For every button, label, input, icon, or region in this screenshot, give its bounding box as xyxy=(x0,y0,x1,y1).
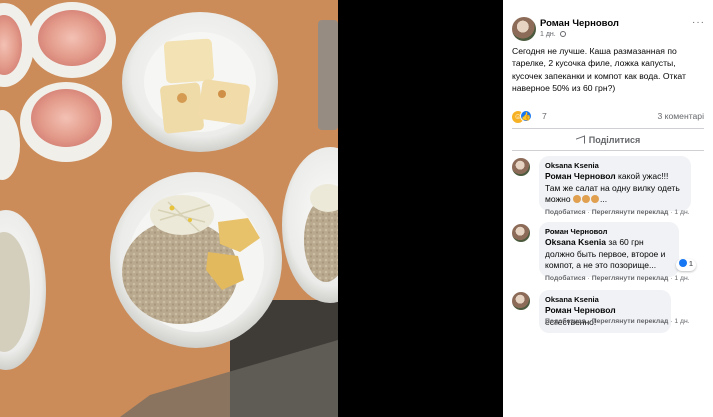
commenter-avatar[interactable] xyxy=(512,292,530,310)
reactions-bar: ☺👍 7 3 коментарі xyxy=(512,110,704,124)
reaction-count[interactable]: 7 xyxy=(542,111,547,121)
like-button[interactable]: Поділитися xyxy=(512,131,704,149)
comment-like-link[interactable]: Подобатися xyxy=(545,318,586,325)
commenter-avatar[interactable] xyxy=(512,158,530,176)
post-meta: 1 дн. xyxy=(540,31,566,38)
commenter-name[interactable]: Oksana Ksenia xyxy=(545,160,684,171)
emoji-icon xyxy=(572,195,581,204)
like-reaction-icon: 👍 xyxy=(520,110,532,122)
commenter-avatar[interactable] xyxy=(512,224,530,242)
comment-mention[interactable]: Роман Черновол xyxy=(545,305,616,315)
post-author-name[interactable]: Роман Черновол xyxy=(540,18,619,29)
divider xyxy=(512,128,704,129)
post-text: Сегодня не лучше. Каша размазанная по та… xyxy=(512,46,686,94)
comment-time[interactable]: 1 дн. xyxy=(674,275,689,282)
divider xyxy=(512,150,704,151)
commenter-name[interactable]: Роман Черновол xyxy=(545,226,672,237)
post-photo[interactable] xyxy=(0,0,338,417)
emoji-icon xyxy=(590,195,599,204)
author-avatar[interactable] xyxy=(512,17,536,41)
comment-like-link[interactable]: Подобатися xyxy=(545,275,586,282)
more-options-icon[interactable]: ··· xyxy=(692,17,705,28)
comment-time[interactable]: 1 дн. xyxy=(674,318,689,325)
thumb-icon xyxy=(575,134,585,147)
comment-time[interactable]: 1 дн. xyxy=(674,209,689,216)
food-photo-illustration xyxy=(0,0,338,417)
comment-bubble: Oksana Ksenia Роман Черновол какой ужас!… xyxy=(539,156,691,211)
comment-like-link[interactable]: Подобатися xyxy=(545,209,586,216)
photo-viewer: Роман Черновол 1 дн. ··· Сегодня не лучш… xyxy=(0,0,713,417)
comment-ellipsis: ... xyxy=(599,194,608,205)
reaction-icons[interactable]: ☺👍 xyxy=(512,110,532,123)
comment-count[interactable]: 3 коментарі xyxy=(657,111,704,121)
comment-actions: Подобатися · Переглянути переклад · 1 дн… xyxy=(545,275,690,282)
comment-actions: Подобатися · Переглянути переклад · 1 дн… xyxy=(545,209,690,216)
globe-icon xyxy=(559,31,566,38)
comment-translate-link[interactable]: Переглянути переклад xyxy=(592,275,669,282)
comment-bubble: Oksana Ksenia Роман Черновол естественно… xyxy=(539,290,671,334)
post-side-panel: Роман Черновол 1 дн. ··· Сегодня не лучш… xyxy=(503,0,713,417)
comment-actions: Подобатися · Переглянути переклад · 1 дн… xyxy=(545,318,690,325)
comment-translate-link[interactable]: Переглянути переклад xyxy=(592,318,669,325)
like-icon xyxy=(679,259,687,267)
comment-like-count: 1 xyxy=(689,261,693,268)
comment-like-badge[interactable]: 1 xyxy=(676,259,696,271)
emoji-icon xyxy=(581,195,590,204)
commenter-name[interactable]: Oksana Ksenia xyxy=(545,294,664,305)
comment-mention[interactable]: Роман Черновол xyxy=(545,171,616,181)
comment-bubble: Роман Черновол Oksana Ksenia за 60 грн д… xyxy=(539,222,679,277)
post-time[interactable]: 1 дн. xyxy=(540,31,556,38)
like-button-label: Поділитися xyxy=(588,135,641,145)
comment-translate-link[interactable]: Переглянути переклад xyxy=(592,209,669,216)
comment-mention[interactable]: Oksana Ksenia xyxy=(545,237,606,247)
